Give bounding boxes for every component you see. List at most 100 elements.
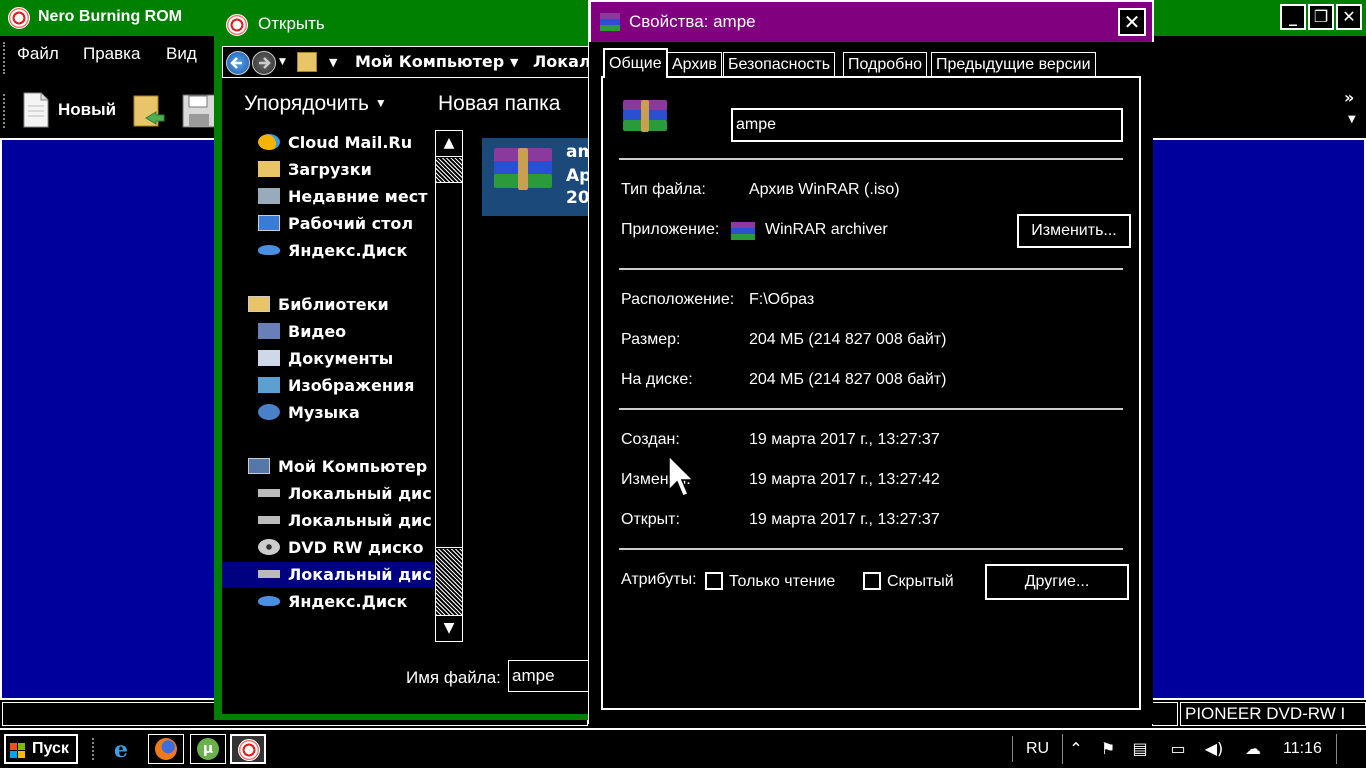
readonly-label[interactable]: Только чтение xyxy=(729,573,835,591)
language-indicator[interactable]: RU xyxy=(1026,740,1049,758)
back-arrow-icon xyxy=(230,57,242,69)
menubar-grip[interactable] xyxy=(3,42,7,74)
new-button[interactable] xyxy=(22,92,50,128)
tab-general[interactable]: Общие xyxy=(603,48,668,78)
show-hidden-icons-icon[interactable]: ⌃ xyxy=(1066,739,1086,759)
tab-details[interactable]: Подробно xyxy=(843,52,928,78)
tree-item-local-disk-selected[interactable]: Локальный дис xyxy=(222,562,434,588)
modified-value: 19 марта 2017 г., 13:27:42 xyxy=(749,471,940,488)
winrar-small-icon xyxy=(600,13,620,31)
scroll-up-button[interactable]: ▲ xyxy=(436,131,462,157)
open-button[interactable] xyxy=(132,92,168,128)
breadcrumb-dropdown-icon[interactable]: ▼ xyxy=(510,56,518,69)
toolbar-grip[interactable] xyxy=(3,94,7,128)
breadcrumb-computer[interactable]: Мой Компьютер xyxy=(355,52,504,71)
toolbar-dropdown-icon[interactable]: ▼ xyxy=(1348,114,1356,125)
tree-item-documents[interactable]: Документы xyxy=(258,346,434,372)
readonly-checkbox[interactable] xyxy=(705,572,723,590)
tab-previous-versions[interactable]: Предыдущие версии xyxy=(931,52,1096,78)
tab-archive[interactable]: Архив xyxy=(667,52,722,78)
status-cell xyxy=(1152,702,1178,726)
tree-item-desktop[interactable]: Рабочий стол xyxy=(258,211,434,237)
nero-window-title: Nero Burning ROM xyxy=(38,8,182,25)
tree-item-pictures[interactable]: Изображения xyxy=(258,373,434,399)
back-button[interactable] xyxy=(226,51,250,75)
tree-item-video[interactable]: Видео xyxy=(258,319,434,345)
menu-view[interactable]: Вид xyxy=(166,44,197,64)
restore-button[interactable]: ❐ xyxy=(1308,4,1334,30)
floppy-disk-icon xyxy=(182,94,216,128)
tab-security[interactable]: Безопасность xyxy=(723,52,836,78)
tree-item-recent[interactable]: Недавние мест xyxy=(258,184,434,210)
scroll-track[interactable] xyxy=(436,158,462,182)
tree-item-music[interactable]: Музыка xyxy=(258,400,434,426)
cloud-sync-icon[interactable]: ☁ xyxy=(1240,739,1266,759)
application-label: Приложение: xyxy=(621,221,720,238)
tree-item-libraries[interactable]: Библиотеки xyxy=(248,292,428,318)
properties-general-panel: Тип файла: Архив WinRAR (.iso) Приложени… xyxy=(601,76,1141,710)
properties-title-bar[interactable]: Свойства: ampe ✕ xyxy=(589,0,1154,42)
windows-logo-icon xyxy=(10,742,26,758)
network-icon[interactable]: ▭ xyxy=(1168,739,1188,759)
navigation-tree: Cloud Mail.Ru Загрузки Недавние мест Раб… xyxy=(222,126,434,646)
tree-item-yandex-disk[interactable]: Яндекс.Диск xyxy=(258,589,434,615)
tree-item-cloud-mail[interactable]: Cloud Mail.Ru xyxy=(258,130,434,156)
breadcrumb-next[interactable]: Локал xyxy=(533,52,591,71)
open-dialog-body: ▼ ▼ Мой Компьютер ▼ Локал Упорядочить ▼ … xyxy=(222,46,595,714)
change-button[interactable]: Изменить... xyxy=(1017,214,1131,248)
tree-item-local-disk[interactable]: Локальный дис xyxy=(258,481,434,507)
organize-dropdown-icon: ▼ xyxy=(374,96,387,110)
drive-selector[interactable]: PIONEER DVD-RW I xyxy=(1180,702,1366,726)
dvd-icon xyxy=(258,539,280,555)
firefox-button[interactable] xyxy=(148,734,184,764)
open-dialog-title-bar[interactable]: Открыть xyxy=(214,0,594,46)
tree-item-computer[interactable]: Мой Компьютер xyxy=(248,454,428,480)
tree-item-yandex-disk[interactable]: Яндекс.Диск xyxy=(258,238,434,264)
nero-taskbar-button[interactable] xyxy=(230,734,266,764)
organize-button[interactable]: Упорядочить ▼ xyxy=(244,92,387,116)
created-value: 19 марта 2017 г., 13:27:37 xyxy=(749,431,940,448)
close-button[interactable]: ✕ xyxy=(1118,8,1146,36)
local-disk-icon xyxy=(258,516,280,524)
other-attributes-button[interactable]: Другие... xyxy=(985,564,1129,600)
toolbar-overflow-icon[interactable]: » xyxy=(1344,88,1354,107)
tree-item-downloads[interactable]: Загрузки xyxy=(258,157,434,183)
tree-item-local-disk[interactable]: Локальный дис xyxy=(258,508,434,534)
menu-edit[interactable]: Правка xyxy=(83,44,140,64)
tree-scrollbar[interactable]: ▲ ▼ xyxy=(435,130,463,642)
nero-logo-icon xyxy=(226,14,248,36)
new-folder-button[interactable]: Новая папка xyxy=(438,92,560,116)
tree-item-dvd-drive[interactable]: DVD RW диско xyxy=(258,535,434,561)
scroll-track[interactable] xyxy=(436,549,462,615)
file-item-selected[interactable]: am Ар 20 xyxy=(482,138,595,216)
hidden-label[interactable]: Скрытый xyxy=(887,573,954,591)
separator xyxy=(619,158,1123,160)
scroll-thumb[interactable] xyxy=(436,182,462,548)
breadcrumb-dropdown-icon[interactable]: ▼ xyxy=(329,56,337,69)
utorrent-button[interactable]: µ xyxy=(190,734,226,764)
pictures-icon xyxy=(258,377,280,393)
internet-explorer-button[interactable]: e xyxy=(108,734,144,764)
volume-icon[interactable]: ◀) xyxy=(1204,739,1224,759)
scroll-down-button[interactable]: ▼ xyxy=(436,615,462,641)
usb-device-icon[interactable]: ▤ xyxy=(1130,739,1150,759)
folder-icon xyxy=(297,52,317,72)
show-desktop-button[interactable] xyxy=(1336,734,1362,764)
save-button[interactable] xyxy=(182,94,216,128)
menu-file[interactable]: Файл xyxy=(17,44,59,64)
start-button[interactable]: Пуск xyxy=(4,734,78,764)
hidden-checkbox[interactable] xyxy=(863,572,881,590)
application-value: WinRAR archiver xyxy=(765,221,888,238)
cloud-icon xyxy=(258,134,280,150)
properties-dialog: Свойства: ampe ✕ Общие Архив Безопасност… xyxy=(588,0,1154,724)
filename-input[interactable] xyxy=(508,660,594,692)
action-center-flag-icon[interactable]: ⚑ xyxy=(1098,739,1118,759)
forward-button[interactable] xyxy=(252,51,276,75)
utorrent-icon: µ xyxy=(197,738,219,760)
history-dropdown-icon[interactable]: ▼ xyxy=(279,57,286,67)
minimize-button[interactable]: _ xyxy=(1280,4,1306,30)
close-button[interactable]: ✕ xyxy=(1336,4,1362,30)
clock[interactable]: 11:16 xyxy=(1283,740,1322,758)
file-name-input[interactable] xyxy=(731,108,1123,142)
new-button-label[interactable]: Новый xyxy=(58,100,116,120)
